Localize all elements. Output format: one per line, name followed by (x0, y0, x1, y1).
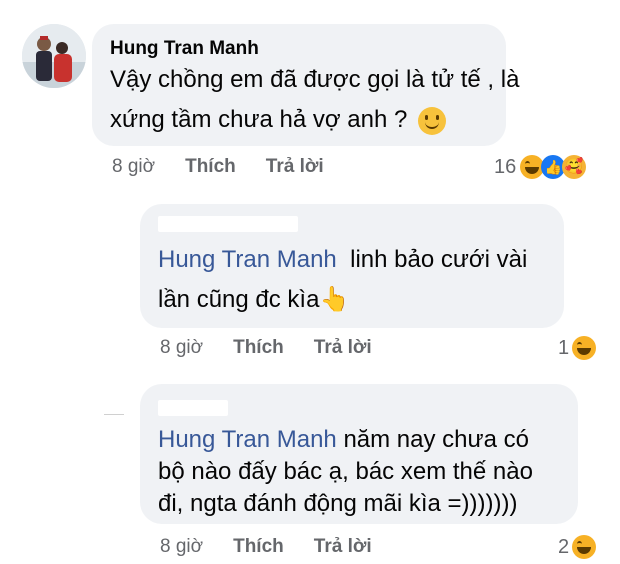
mention-link[interactable]: Hung Tran Manh (158, 246, 337, 273)
reply-text: năm nay chưa có (343, 426, 529, 453)
reaction-count: 16 (494, 155, 517, 178)
like-link[interactable]: Thích (233, 536, 284, 558)
reply-link[interactable]: Trả lời (266, 156, 324, 178)
comment-time[interactable]: 8 giờ (112, 156, 155, 178)
comment-text-line: Vậy chồng em đã được gọi là tử tế , là (110, 66, 520, 93)
reply-text-line: lần cũng đc kìa👆 (158, 282, 349, 318)
mention-link[interactable]: Hung Tran Manh (158, 426, 337, 453)
comment-bubble[interactable]: Hung Tran Manh Vậy chồng em đã được gọi … (92, 24, 519, 146)
comment-author[interactable]: Hung Tran Manh (110, 38, 259, 60)
reaction-count: 2 (558, 535, 570, 558)
reaction-count: 1 (558, 336, 570, 359)
redacted-author (158, 216, 298, 232)
comment-text: xứng tầm chưa hả vợ anh ? (110, 106, 408, 133)
smile-emoji-icon (418, 106, 447, 135)
reply-text-line: Hung Tran Manh linh bảo cưới vài (158, 242, 527, 278)
haha-icon (572, 336, 597, 360)
avatar[interactable] (22, 24, 86, 88)
avatar-photo (22, 24, 86, 88)
reaction-summary[interactable]: 1 (558, 336, 597, 360)
reply-bubble[interactable]: Hung Tran Manh năm nay chưa có bộ nào đấ… (140, 384, 578, 524)
reaction-summary[interactable]: 2 (558, 535, 597, 559)
reply-text: linh bảo cưới vài (350, 246, 528, 273)
care-icon: 🥰 (562, 155, 587, 179)
reply-actions: 8 giờ Thích Trả lời (160, 536, 402, 558)
reply-bubble[interactable]: Hung Tran Manh linh bảo cưới vài lần cũn… (140, 204, 564, 328)
comment-actions: 8 giờ Thích Trả lời (112, 156, 354, 178)
reply-time[interactable]: 8 giờ (160, 536, 203, 558)
reply-text-line: đi, ngta đánh động mãi kìa =))))))) (158, 490, 518, 517)
like-link[interactable]: Thích (233, 337, 284, 359)
reply-link[interactable]: Trả lời (314, 337, 372, 359)
reply-text-line: Hung Tran Manh năm nay chưa có (158, 422, 529, 458)
haha-icon (572, 535, 597, 559)
reply-time[interactable]: 8 giờ (160, 337, 203, 359)
thread-line (104, 414, 124, 415)
reply-text: lần cũng đc kìa (158, 286, 320, 313)
reply-actions: 8 giờ Thích Trả lời (160, 337, 402, 359)
redacted-author (158, 400, 228, 416)
reaction-summary[interactable]: 16 👍 🥰 (494, 155, 587, 179)
pointing-up-hand-icon: 👆 (319, 286, 350, 313)
like-link[interactable]: Thích (185, 156, 236, 178)
comment-text-line: xứng tầm chưa hả vợ anh ? (110, 102, 447, 138)
reply-link[interactable]: Trả lời (314, 536, 372, 558)
reply-text-line: bộ nào đấy bác ạ, bác xem thế nào (158, 458, 533, 485)
